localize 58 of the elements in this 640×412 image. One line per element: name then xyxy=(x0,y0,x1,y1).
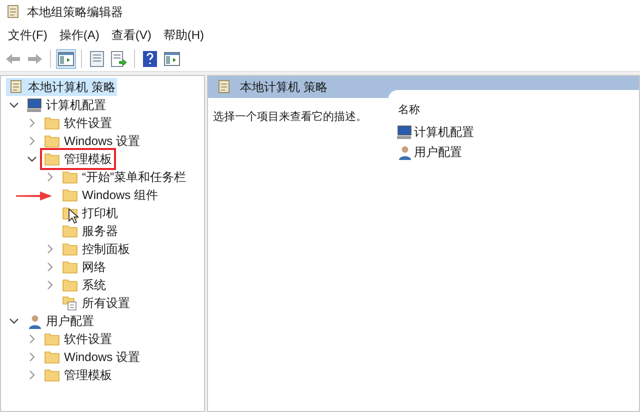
user-icon xyxy=(26,314,42,328)
list-item[interactable]: 计算机配置 xyxy=(396,122,629,142)
folder-icon xyxy=(62,188,78,202)
tree-item[interactable]: 管理模板 xyxy=(42,366,114,384)
properties-button[interactable] xyxy=(87,48,107,68)
folder-icon xyxy=(44,350,60,364)
folder-icon xyxy=(44,116,60,130)
menu-item[interactable]: 操作(A) xyxy=(53,25,106,45)
scroll-icon xyxy=(5,4,21,20)
export-list-button[interactable] xyxy=(109,48,129,68)
tree-item[interactable]: “开始”菜单和任务栏 xyxy=(60,168,188,186)
folder-icon xyxy=(62,278,78,292)
details-title: 本地计算机 策略 xyxy=(240,79,328,96)
folder-icon xyxy=(44,368,60,382)
tree-item[interactable]: Windows 组件 xyxy=(60,186,160,204)
settings-list-icon xyxy=(62,295,78,311)
window-title: 本地组策略编辑器 xyxy=(27,4,123,21)
tree-item[interactable]: 服务器 xyxy=(60,222,120,240)
folder-icon xyxy=(44,134,60,148)
tree-item[interactable]: 系统 xyxy=(60,276,108,294)
description-text: 选择一个项目来查看它的描述。 xyxy=(213,111,367,123)
menu-item[interactable]: 查看(V) xyxy=(105,25,158,45)
window-pane-icon xyxy=(58,52,74,66)
menu-item[interactable]: 帮助(H) xyxy=(157,25,210,45)
folder-icon xyxy=(62,224,78,238)
tree-item[interactable]: 本地计算机 策略 xyxy=(6,78,118,96)
right-arrow-icon xyxy=(27,52,43,64)
tree-item[interactable]: Windows 设置 xyxy=(42,348,142,366)
list-item[interactable]: 用户配置 xyxy=(396,142,629,162)
folder-icon xyxy=(62,242,78,256)
folder-icon xyxy=(44,332,60,346)
window-pane-icon xyxy=(164,52,180,66)
help-button[interactable] xyxy=(140,48,160,68)
scroll-icon xyxy=(8,79,24,95)
document-icon xyxy=(90,50,104,66)
folder-icon xyxy=(44,152,60,166)
tree-item[interactable]: Windows 设置 xyxy=(42,132,142,150)
tree-item[interactable]: 软件设置 xyxy=(42,330,114,348)
tree-item[interactable]: 控制面板 xyxy=(60,240,132,258)
folder-icon xyxy=(62,260,78,274)
computer-icon xyxy=(396,124,412,140)
tree-item[interactable]: 网络 xyxy=(60,258,108,276)
computer-icon xyxy=(26,98,42,112)
tree-item[interactable]: 打印机 xyxy=(60,204,120,222)
menu-item[interactable]: 文件(F) xyxy=(2,25,54,45)
tree-item[interactable]: 用户配置 xyxy=(24,312,96,330)
help-icon xyxy=(143,50,157,66)
left-arrow-icon xyxy=(5,52,21,64)
user-icon xyxy=(396,144,412,160)
scroll-icon xyxy=(216,79,232,95)
tree-item[interactable]: 计算机配置 xyxy=(24,96,108,114)
column-header[interactable]: 名称 xyxy=(398,102,629,122)
export-icon xyxy=(111,50,127,66)
folder-icon xyxy=(62,170,78,184)
show-tree-button[interactable] xyxy=(56,48,76,68)
tree-item[interactable]: 所有设置 xyxy=(60,294,132,312)
tree-item[interactable]: 软件设置 xyxy=(42,114,114,132)
tree-item[interactable]: 管理模板 xyxy=(42,150,114,168)
